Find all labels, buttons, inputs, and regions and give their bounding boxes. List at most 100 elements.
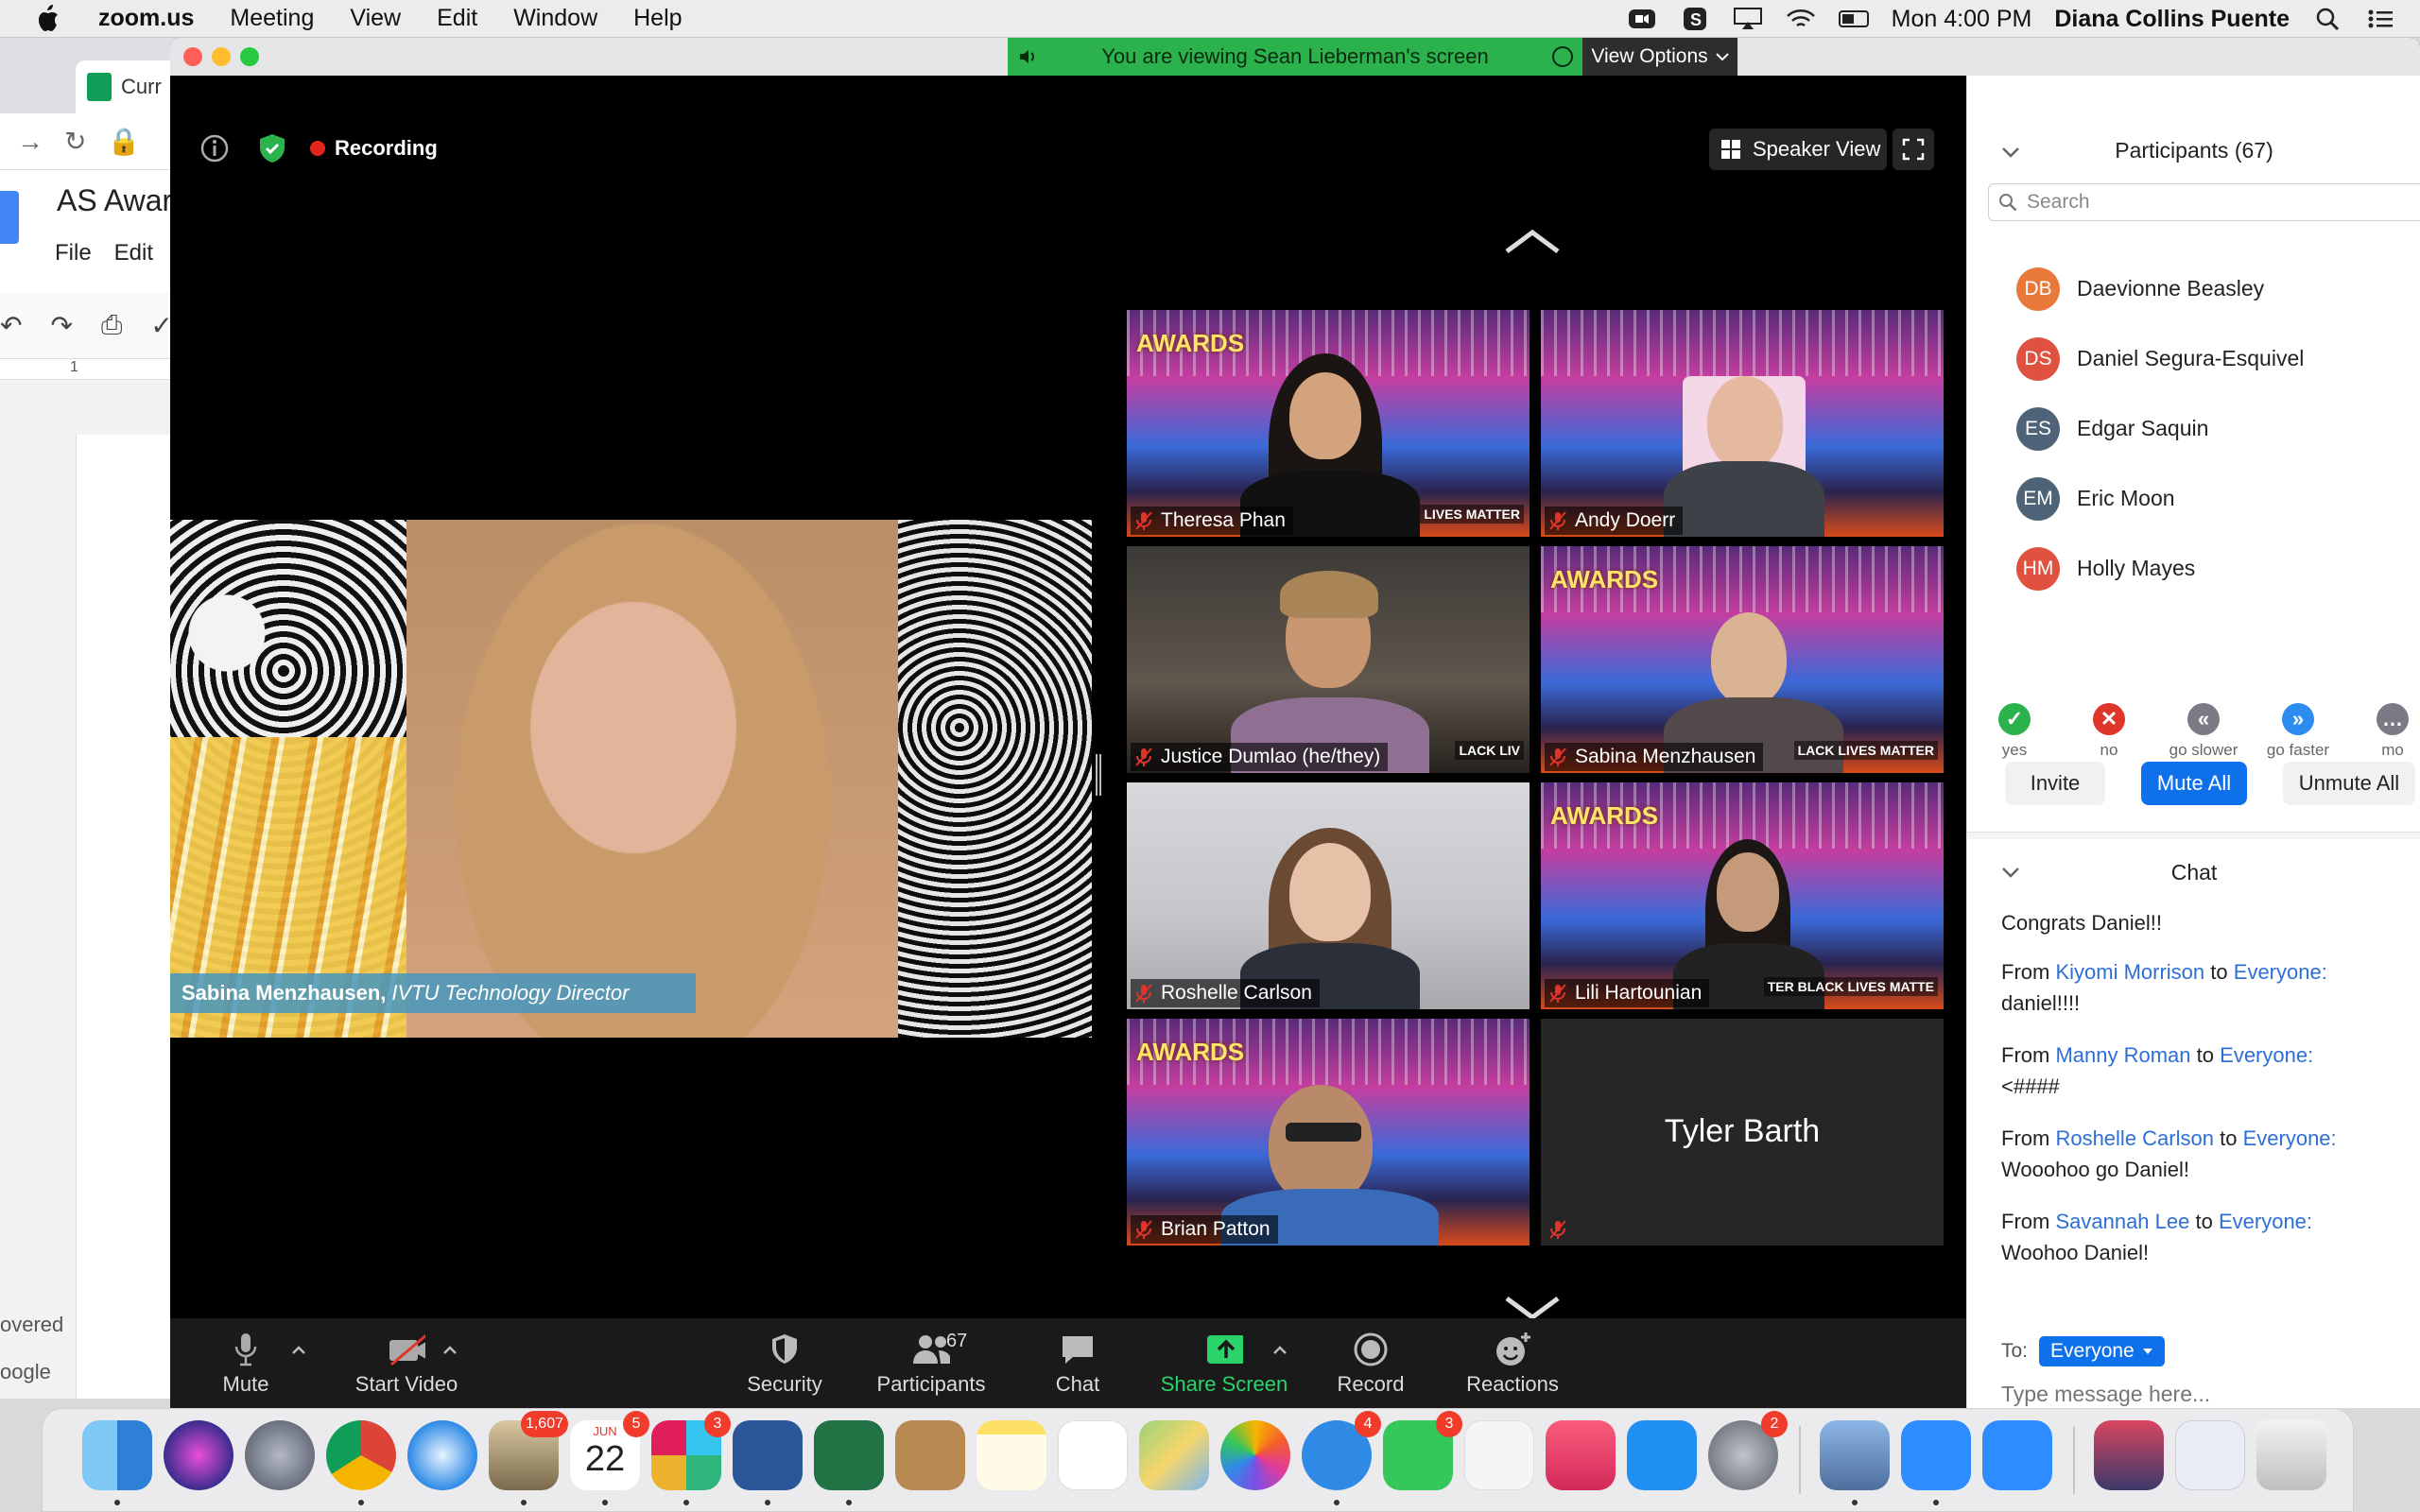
- video-tile[interactable]: AWARDS TER BLACK LIVES MATTE Lili Hartou…: [1541, 782, 1944, 1009]
- menu-user-name[interactable]: Diana Collins Puente: [2054, 6, 2290, 33]
- mute-options-caret-icon[interactable]: [289, 1341, 308, 1360]
- apple-menu-icon[interactable]: [32, 2, 66, 36]
- skype-tray-icon[interactable]: S: [1680, 6, 1710, 32]
- excel-app-icon[interactable]: [814, 1420, 884, 1505]
- chat-message-input[interactable]: [2001, 1382, 2398, 1407]
- share-screen-button[interactable]: Share Screen: [1153, 1318, 1295, 1408]
- chat-recipient[interactable]: Everyone:: [2243, 1126, 2337, 1150]
- news-app-icon[interactable]: [1464, 1420, 1534, 1490]
- chat-sender[interactable]: Savannah Lee: [2055, 1210, 2189, 1233]
- menu-help[interactable]: Help: [633, 5, 682, 32]
- battery-icon[interactable]: [1838, 6, 1869, 32]
- participant-row[interactable]: DS Daniel Segura-Esquivel: [1967, 323, 2420, 394]
- word-app-icon[interactable]: [733, 1420, 803, 1505]
- preview-app-icon[interactable]: [1820, 1420, 1890, 1505]
- photos-app-icon[interactable]: [1220, 1420, 1290, 1490]
- doc-title[interactable]: AS Awar: [57, 183, 172, 218]
- unmute-all-button[interactable]: Unmute All: [2283, 762, 2415, 805]
- video-options-caret-icon[interactable]: [441, 1341, 459, 1360]
- chat-recipient[interactable]: Everyone:: [2219, 1210, 2312, 1233]
- chevron-up-icon[interactable]: [1503, 227, 1562, 255]
- reminders-app-icon[interactable]: [1058, 1420, 1128, 1490]
- maximize-window-button[interactable]: [240, 47, 259, 66]
- siri-app-icon[interactable]: [164, 1420, 233, 1490]
- recipient-select[interactable]: Everyone: [2039, 1336, 2165, 1366]
- mail-app-icon[interactable]: 1,607: [489, 1411, 568, 1505]
- chat-recipient[interactable]: Everyone:: [2234, 960, 2327, 984]
- menu-clock[interactable]: Mon 4:00 PM: [1892, 6, 2032, 33]
- reload-icon[interactable]: ↻: [64, 126, 86, 157]
- launchpad-app-icon[interactable]: [245, 1420, 315, 1490]
- video-tile[interactable]: AWARDS LIVES MATTER Theresa Phan: [1127, 310, 1530, 537]
- participant-row[interactable]: ES Edgar Saquin: [1967, 393, 2420, 464]
- close-window-button[interactable]: [183, 47, 202, 66]
- info-icon[interactable]: [199, 132, 231, 164]
- slack-app-icon[interactable]: 3: [651, 1411, 731, 1505]
- minimized-window-thumbnail[interactable]: [2094, 1420, 2164, 1490]
- calendar-app-icon[interactable]: JUN 22 5: [570, 1411, 649, 1505]
- trash-icon[interactable]: [2256, 1420, 2326, 1490]
- menu-edit[interactable]: Edit: [437, 5, 477, 32]
- music-app-icon[interactable]: [1546, 1420, 1616, 1490]
- video-tile[interactable]: Tyler Barth: [1541, 1019, 1944, 1246]
- forward-arrow-icon[interactable]: →: [17, 127, 43, 157]
- share-options-caret-icon[interactable]: [1270, 1341, 1289, 1360]
- recording-indicator[interactable]: Recording: [310, 132, 438, 164]
- reactions-button[interactable]: Reactions: [1456, 1318, 1569, 1408]
- menu-window[interactable]: Window: [513, 5, 597, 32]
- participant-search-box[interactable]: Search: [1988, 183, 2420, 221]
- video-tile[interactable]: LACK LIV Justice Dumlao (he/they): [1127, 546, 1530, 773]
- app-store-icon[interactable]: [1627, 1420, 1697, 1490]
- participant-row[interactable]: HM Holly Mayes: [1967, 533, 2420, 604]
- shared-screen-view[interactable]: Sabina Menzhausen, IVTU Technology Direc…: [170, 520, 1092, 1038]
- system-preferences-icon[interactable]: 2: [1708, 1411, 1788, 1490]
- fullscreen-button[interactable]: [1893, 129, 1934, 170]
- background-browser-window[interactable]: Curr → ↻ 🔒 AS Awar File Edit ↶ ↷ ⎙ ✓ 1 o…: [0, 38, 189, 1399]
- facetime-app-icon[interactable]: 3: [1383, 1411, 1462, 1490]
- finder-app-icon[interactable]: [82, 1420, 152, 1505]
- stop-viewing-icon[interactable]: [1552, 46, 1573, 67]
- wifi-icon[interactable]: [1786, 6, 1816, 32]
- video-tile[interactable]: Roshelle Carlson: [1127, 782, 1530, 1009]
- split-view-handle[interactable]: [1096, 754, 1101, 796]
- participants-button[interactable]: 67 Participants: [870, 1318, 993, 1408]
- window-title-bar[interactable]: You are viewing Sean Lieberman's screen …: [170, 38, 2420, 76]
- contacts-app-icon[interactable]: [895, 1420, 965, 1490]
- chat-sender[interactable]: Kiyomi Morrison: [2055, 960, 2204, 984]
- video-tile[interactable]: AWARDS LACK LIVES MATTER Sabina Menzhaus…: [1541, 546, 1944, 773]
- minimized-window-thumbnail[interactable]: [2175, 1420, 2245, 1490]
- minimize-window-button[interactable]: [212, 47, 231, 66]
- video-tile[interactable]: Andy Doerr: [1541, 310, 1944, 537]
- chat-button[interactable]: Chat: [1030, 1318, 1125, 1408]
- doc-menu-edit[interactable]: Edit: [114, 240, 153, 266]
- mute-button[interactable]: Mute: [199, 1318, 293, 1408]
- chat-sender[interactable]: Roshelle Carlson: [2055, 1126, 2214, 1150]
- menu-app-name[interactable]: zoom.us: [98, 5, 194, 32]
- doc-page[interactable]: [76, 435, 180, 1399]
- view-options-button[interactable]: View Options: [1582, 38, 1737, 76]
- encryption-shield-icon[interactable]: [257, 132, 287, 164]
- invite-button[interactable]: Invite: [2005, 762, 2105, 805]
- menu-meeting[interactable]: Meeting: [230, 5, 314, 32]
- participant-row[interactable]: EM Eric Moon: [1967, 463, 2420, 534]
- video-tile[interactable]: AWARDS Brian Patton: [1127, 1019, 1530, 1246]
- doc-menu-file[interactable]: File: [55, 240, 92, 266]
- chrome-app-icon[interactable]: [326, 1420, 396, 1505]
- notes-app-icon[interactable]: [977, 1420, 1046, 1490]
- speaker-view-button[interactable]: Speaker View: [1709, 129, 1887, 170]
- undo-icon[interactable]: ↶: [0, 310, 22, 341]
- safari-app-icon[interactable]: [407, 1420, 477, 1490]
- start-video-button[interactable]: Start Video: [331, 1318, 482, 1408]
- participant-row[interactable]: DB Daevionne Beasley: [1967, 253, 2420, 324]
- notification-center-icon[interactable]: [2365, 6, 2395, 32]
- spotlight-search-icon[interactable]: [2312, 6, 2342, 32]
- menu-view[interactable]: View: [350, 5, 401, 32]
- redo-icon[interactable]: ↷: [50, 310, 72, 341]
- mute-all-button[interactable]: Mute All: [2141, 762, 2247, 805]
- messages-app-icon[interactable]: 4: [1302, 1411, 1381, 1505]
- zoom-tray-icon[interactable]: [1627, 6, 1657, 32]
- security-button[interactable]: Security: [737, 1318, 832, 1408]
- record-button[interactable]: Record: [1323, 1318, 1418, 1408]
- zoom-app-icon[interactable]: [1901, 1420, 1971, 1505]
- airplay-icon[interactable]: [1733, 6, 1763, 32]
